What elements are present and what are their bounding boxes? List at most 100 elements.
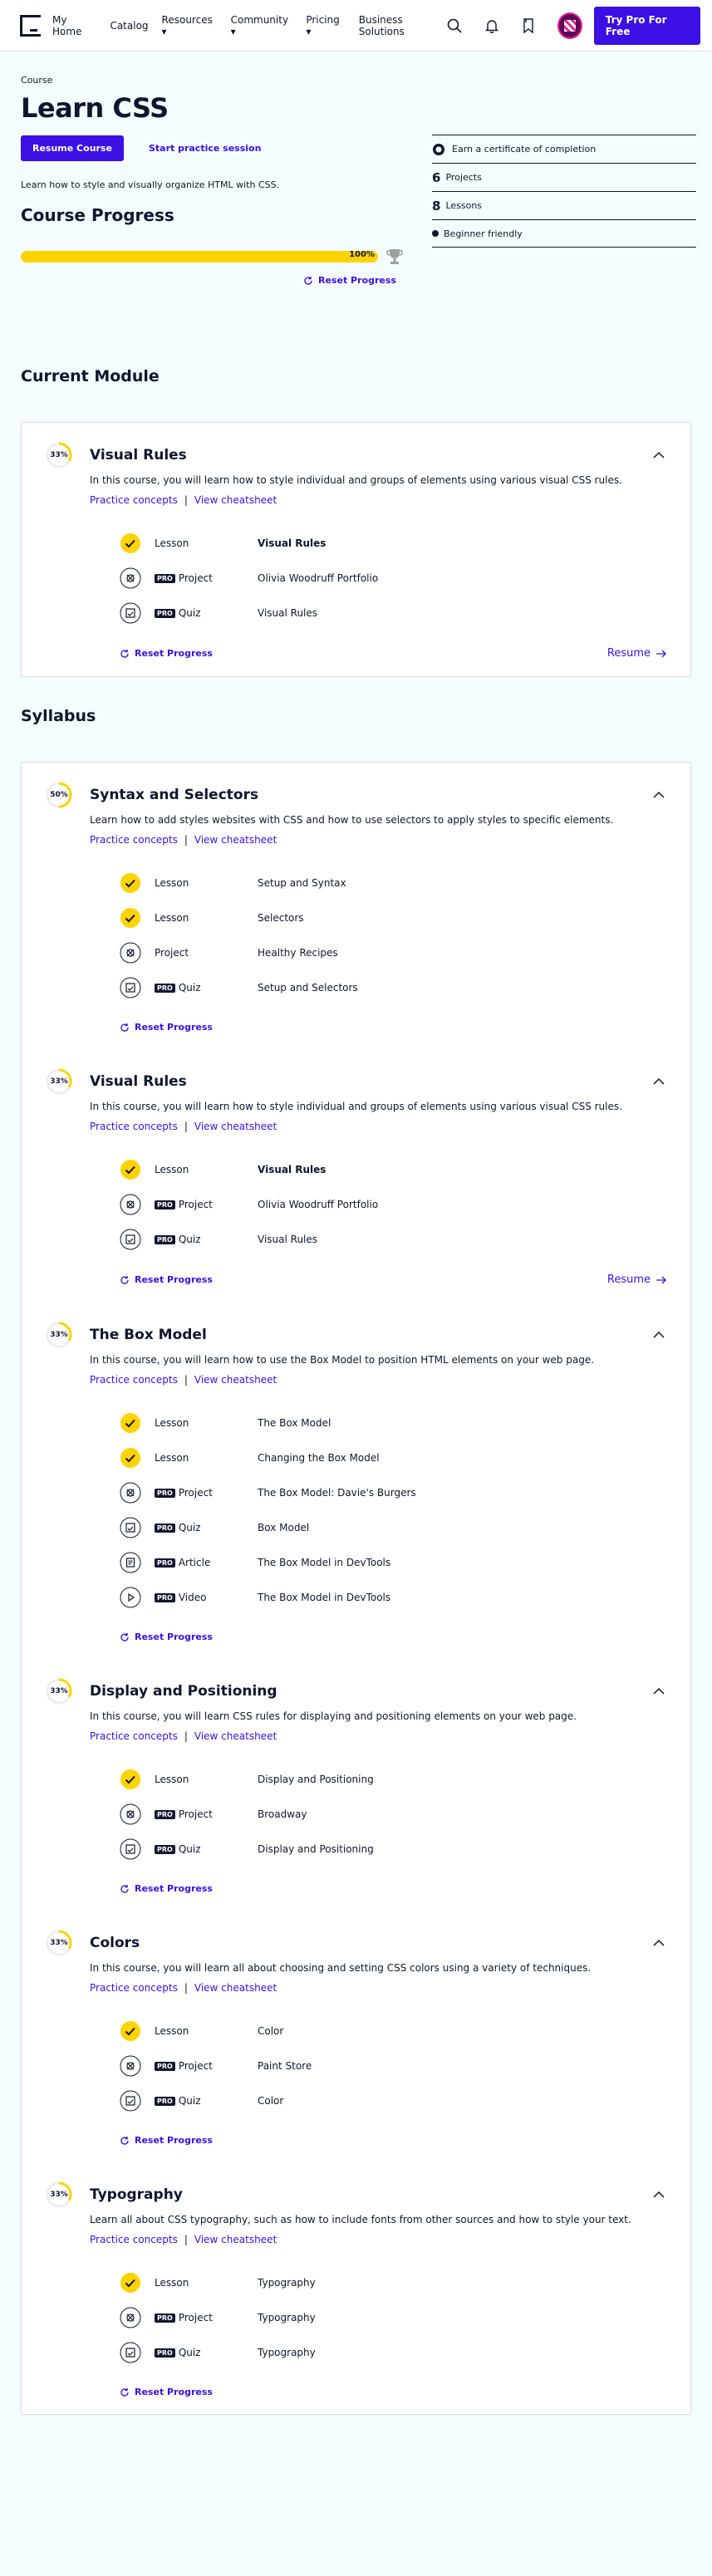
reset-progress-button[interactable]: Reset Progress: [120, 1631, 213, 1642]
bookmark-icon[interactable]: [520, 17, 538, 35]
practice-concepts-link[interactable]: Practice concepts: [90, 494, 178, 506]
practice-concepts-link[interactable]: Practice concepts: [90, 1121, 178, 1132]
module-title[interactable]: The Box Model: [90, 1327, 207, 1343]
resume-button[interactable]: Resume: [607, 647, 667, 660]
reset-progress-button[interactable]: Reset Progress: [120, 1022, 213, 1033]
codecademy-logo-icon[interactable]: [20, 14, 42, 37]
module-item[interactable]: PRO Quiz Typography: [120, 2335, 667, 2370]
chevron-up-icon[interactable]: [651, 1683, 667, 1700]
module-item[interactable]: PRO Quiz Display and Positioning: [120, 1832, 667, 1867]
start-practice-button[interactable]: Start practice session: [149, 143, 261, 154]
nav-pricing[interactable]: Pricing ▾: [306, 14, 345, 37]
module-item[interactable]: Lesson Color: [120, 2014, 667, 2049]
nav-my-home[interactable]: My Home: [52, 14, 96, 37]
item-name[interactable]: Visual Rules: [258, 1234, 317, 1245]
nav-business[interactable]: Business Solutions: [359, 14, 446, 37]
nav-resources[interactable]: Resources ▾: [162, 14, 218, 37]
module-item[interactable]: Lesson Setup and Syntax: [120, 866, 667, 900]
item-name[interactable]: The Box Model in DevTools: [258, 1557, 390, 1568]
nav-community[interactable]: Community ▾: [231, 14, 293, 37]
view-cheatsheet-link[interactable]: View cheatsheet: [194, 494, 277, 506]
module-item[interactable]: PRO Project Typography: [120, 2300, 667, 2335]
module-item[interactable]: PRO Video The Box Model in DevTools: [120, 1580, 667, 1615]
module-item[interactable]: PRO Project Broadway: [120, 1797, 667, 1832]
item-name[interactable]: Visual Rules: [258, 607, 317, 619]
item-name[interactable]: The Box Model: [258, 1417, 331, 1429]
module-item[interactable]: PRO Quiz Color: [120, 2083, 667, 2118]
module-title[interactable]: Visual Rules: [90, 1073, 187, 1090]
chevron-up-icon[interactable]: [651, 1073, 667, 1090]
chevron-up-icon[interactable]: [651, 787, 667, 803]
module-item[interactable]: Lesson Display and Positioning: [120, 1762, 667, 1797]
chevron-up-icon[interactable]: [651, 447, 667, 464]
reset-progress-button[interactable]: Reset Progress: [120, 2387, 213, 2397]
module-item[interactable]: PRO Project Olivia Woodruff Portfolio: [120, 1187, 667, 1222]
practice-concepts-link[interactable]: Practice concepts: [90, 1982, 178, 1994]
item-name[interactable]: Typography: [258, 2347, 316, 2358]
practice-concepts-link[interactable]: Practice concepts: [90, 1374, 178, 1386]
avatar[interactable]: [557, 12, 582, 39]
module-title[interactable]: Display and Positioning: [90, 1683, 277, 1700]
module-item[interactable]: Lesson Visual Rules: [120, 526, 667, 561]
item-name[interactable]: Olivia Woodruff Portfolio: [258, 1199, 378, 1210]
reset-progress-button[interactable]: Reset Progress: [303, 275, 691, 286]
item-name[interactable]: Healthy Recipes: [258, 947, 338, 959]
module-item[interactable]: PRO Quiz Visual Rules: [120, 1222, 667, 1257]
practice-concepts-link[interactable]: Practice concepts: [90, 834, 178, 846]
item-name[interactable]: Typography: [258, 2312, 316, 2323]
module-item[interactable]: Project Healthy Recipes: [120, 935, 667, 970]
module-item[interactable]: PRO Quiz Setup and Selectors: [120, 970, 667, 1005]
chevron-up-icon[interactable]: [651, 2186, 667, 2203]
item-name[interactable]: Broadway: [258, 1808, 307, 1820]
module-item[interactable]: PRO Project Paint Store: [120, 2049, 667, 2083]
item-name[interactable]: Box Model: [258, 1522, 309, 1533]
module-item[interactable]: PRO Quiz Visual Rules: [120, 596, 667, 631]
nav-catalog[interactable]: Catalog: [110, 20, 148, 32]
module-item[interactable]: Lesson The Box Model: [120, 1406, 667, 1440]
item-name[interactable]: Setup and Syntax: [258, 877, 346, 889]
bell-icon[interactable]: [484, 17, 501, 35]
view-cheatsheet-link[interactable]: View cheatsheet: [194, 1121, 277, 1132]
breadcrumb[interactable]: Course: [21, 75, 691, 86]
item-name[interactable]: Setup and Selectors: [258, 982, 358, 994]
module-title[interactable]: Colors: [90, 1935, 140, 1951]
view-cheatsheet-link[interactable]: View cheatsheet: [194, 2234, 277, 2245]
view-cheatsheet-link[interactable]: View cheatsheet: [194, 834, 277, 846]
item-name[interactable]: Color: [258, 2025, 283, 2037]
module-item[interactable]: Lesson Visual Rules: [120, 1152, 667, 1187]
try-pro-button[interactable]: Try Pro For Free: [593, 6, 701, 45]
chevron-up-icon[interactable]: [651, 1327, 667, 1343]
item-name[interactable]: Typography: [258, 2277, 316, 2289]
item-name[interactable]: Selectors: [258, 912, 304, 924]
chevron-up-icon[interactable]: [651, 1935, 667, 1951]
module-item[interactable]: PRO Article The Box Model in DevTools: [120, 1545, 667, 1580]
item-name[interactable]: Changing the Box Model: [258, 1452, 380, 1464]
module-item[interactable]: PRO Project The Box Model: Davie's Burgers: [120, 1475, 667, 1510]
item-name[interactable]: The Box Model: Davie's Burgers: [258, 1487, 416, 1499]
module-item[interactable]: Lesson Typography: [120, 2265, 667, 2300]
resume-course-button[interactable]: Resume Course: [21, 135, 124, 161]
module-title[interactable]: Visual Rules: [90, 447, 187, 464]
module-item[interactable]: Lesson Selectors: [120, 900, 667, 935]
search-icon[interactable]: [446, 17, 464, 35]
item-name[interactable]: Color: [258, 2095, 283, 2107]
item-name[interactable]: The Box Model in DevTools: [258, 1592, 390, 1603]
item-name[interactable]: Display and Positioning: [258, 1843, 374, 1855]
reset-progress-button[interactable]: Reset Progress: [120, 1274, 213, 1285]
practice-concepts-link[interactable]: Practice concepts: [90, 2234, 178, 2245]
view-cheatsheet-link[interactable]: View cheatsheet: [194, 1374, 277, 1386]
module-item[interactable]: PRO Project Olivia Woodruff Portfolio: [120, 561, 667, 596]
reset-progress-button[interactable]: Reset Progress: [120, 2135, 213, 2146]
resume-button[interactable]: Resume: [607, 1273, 667, 1286]
module-title[interactable]: Syntax and Selectors: [90, 787, 258, 803]
reset-progress-button[interactable]: Reset Progress: [120, 648, 213, 659]
item-name[interactable]: Visual Rules: [258, 537, 326, 549]
reset-progress-button[interactable]: Reset Progress: [120, 1883, 213, 1894]
item-name[interactable]: Olivia Woodruff Portfolio: [258, 572, 378, 584]
module-title[interactable]: Typography: [90, 2186, 183, 2203]
practice-concepts-link[interactable]: Practice concepts: [90, 1730, 178, 1742]
item-name[interactable]: Display and Positioning: [258, 1774, 374, 1785]
item-name[interactable]: Visual Rules: [258, 1164, 326, 1175]
view-cheatsheet-link[interactable]: View cheatsheet: [194, 1730, 277, 1742]
module-item[interactable]: Lesson Changing the Box Model: [120, 1440, 667, 1475]
